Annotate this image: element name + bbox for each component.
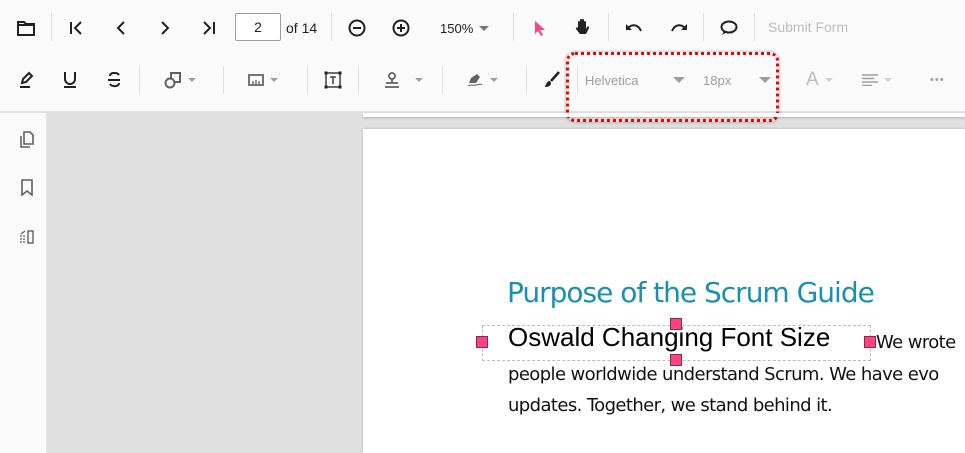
text-align-dropdown[interactable]	[862, 68, 892, 92]
select-pointer-icon[interactable]	[528, 16, 552, 40]
chevron-down-icon	[479, 25, 490, 31]
zoom-dropdown[interactable]: 150%	[440, 16, 490, 40]
body-text-line: updates. Together, we stand behind it.	[508, 395, 833, 416]
signature-dropdown[interactable]	[466, 68, 498, 92]
page-number-input[interactable]: 2	[235, 13, 281, 41]
shapes-icon	[164, 72, 181, 89]
font-color-dropdown[interactable]: A	[806, 68, 833, 92]
zoom-out-icon[interactable]	[345, 16, 369, 40]
align-left-icon	[862, 74, 878, 86]
underline-icon[interactable]	[58, 68, 82, 92]
page-thumbnails-icon[interactable]	[15, 128, 39, 152]
comment-icon[interactable]	[717, 16, 741, 40]
first-page-icon[interactable]	[64, 16, 88, 40]
ruler-icon	[248, 74, 264, 86]
zoom-in-icon[interactable]	[389, 16, 413, 40]
stamp-dropdown[interactable]	[383, 68, 423, 92]
signature-pen-icon	[467, 74, 483, 87]
stamp-icon	[385, 72, 399, 88]
toolbar: 2 of 14 150% Submit Form Helvetica 18px …	[0, 0, 965, 122]
pan-hand-icon[interactable]	[571, 15, 595, 39]
previous-page-icon[interactable]	[109, 16, 133, 40]
more-options-icon[interactable]: •••	[930, 68, 945, 92]
highlight-pen-icon[interactable]	[14, 68, 38, 92]
body-text-line: We wrote	[876, 332, 956, 353]
resize-handle-right[interactable]	[864, 336, 876, 348]
redo-icon[interactable]	[667, 16, 691, 40]
open-folder-icon[interactable]	[14, 16, 38, 40]
submit-form-button[interactable]: Submit Form	[768, 19, 848, 35]
previous-page-edge	[363, 113, 965, 117]
chevron-down-icon	[824, 78, 833, 82]
divider	[358, 66, 359, 94]
divider	[754, 13, 755, 41]
divider	[608, 13, 609, 41]
shapes-dropdown[interactable]	[164, 68, 196, 92]
chevron-down-icon	[188, 78, 196, 82]
resize-handle-top[interactable]	[670, 318, 682, 330]
zoom-value: 150%	[440, 20, 474, 36]
divider	[513, 13, 514, 41]
free-text-icon[interactable]	[321, 68, 345, 92]
undo-icon[interactable]	[622, 16, 646, 40]
font-color-icon: A	[806, 69, 819, 90]
ink-brush-icon[interactable]	[540, 68, 564, 92]
measure-dropdown[interactable]	[248, 68, 278, 92]
divider	[139, 66, 140, 94]
divider	[307, 66, 308, 94]
document-heading: Purpose of the Scrum Guide	[507, 276, 875, 309]
next-page-icon[interactable]	[153, 16, 177, 40]
divider	[442, 66, 443, 94]
organize-pages-icon[interactable]	[15, 225, 39, 249]
last-page-icon[interactable]	[197, 16, 221, 40]
strikethrough-icon[interactable]	[102, 68, 126, 92]
divider	[223, 66, 224, 94]
chevron-down-icon	[270, 78, 278, 82]
chevron-down-icon	[415, 78, 423, 82]
divider	[526, 66, 527, 94]
font-controls-highlight	[566, 52, 779, 122]
resize-handle-left[interactable]	[476, 336, 488, 348]
body-text-line: people worldwide understand Scrum. We ha…	[508, 364, 939, 385]
left-sidebar	[0, 113, 47, 453]
page-count-label: of 14	[286, 20, 318, 36]
bookmark-icon[interactable]	[15, 176, 39, 200]
divider	[51, 13, 52, 41]
divider	[331, 13, 332, 41]
divider	[703, 13, 704, 41]
chevron-down-icon	[490, 78, 498, 82]
chevron-down-icon	[884, 78, 892, 82]
